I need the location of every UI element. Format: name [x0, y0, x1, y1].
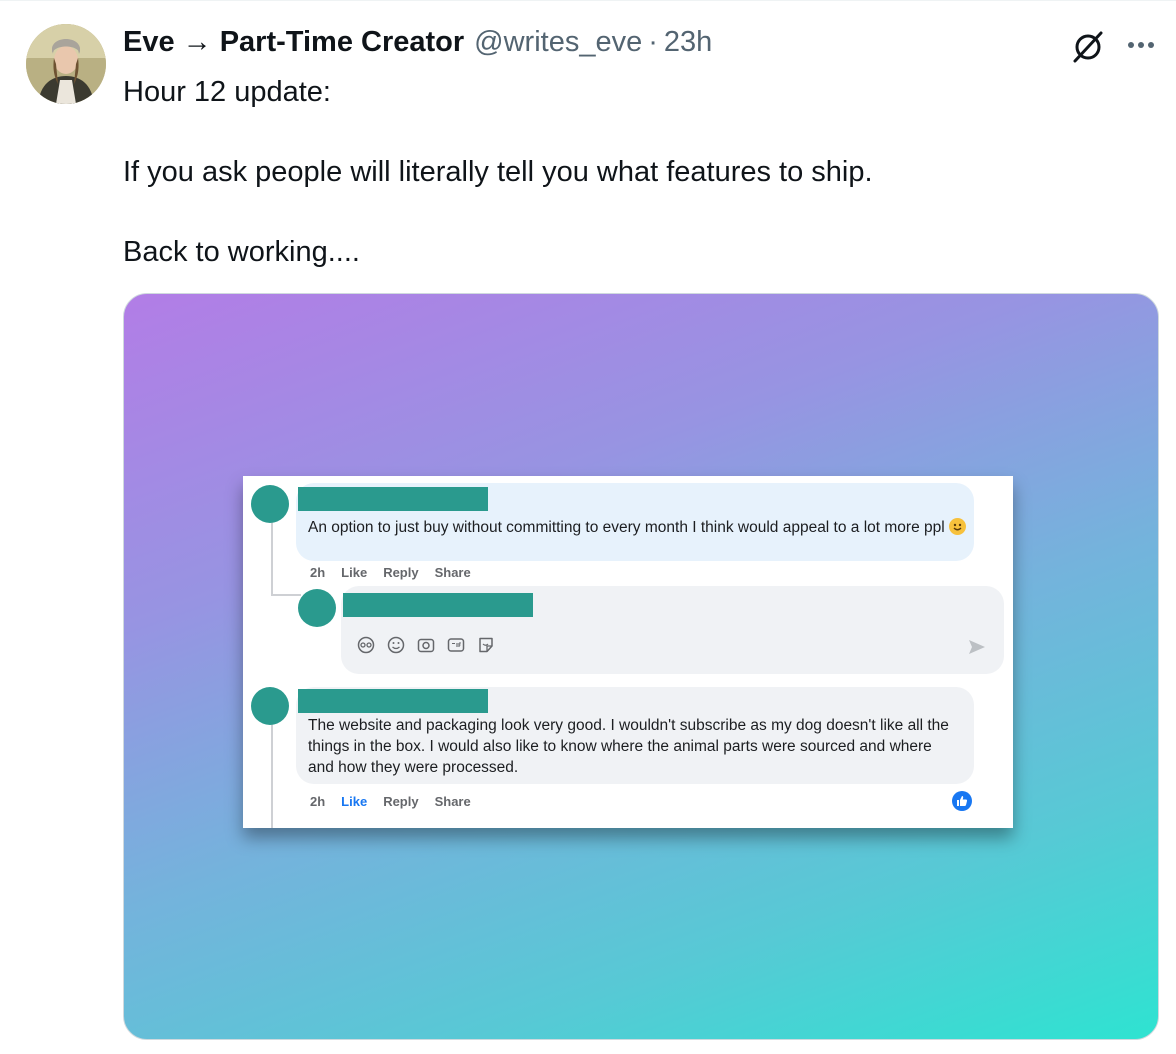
- camera-icon[interactable]: [417, 636, 435, 654]
- like-link[interactable]: Like: [341, 794, 367, 809]
- thread-line: [271, 518, 273, 596]
- reply-link[interactable]: Reply: [383, 565, 418, 580]
- commenter-avatar[interactable]: [251, 687, 289, 725]
- redacted-name: [343, 593, 533, 617]
- gif-icon[interactable]: [447, 636, 465, 654]
- tweet-text: Hour 12 update: If you ask people will l…: [123, 72, 1143, 272]
- smiling-face-emoji: [948, 518, 966, 535]
- author-name[interactable]: Eve → Part-Time Creator: [123, 26, 464, 59]
- commenter-avatar[interactable]: [251, 485, 289, 523]
- like-link[interactable]: Like: [341, 565, 367, 580]
- author-handle[interactable]: @writes_eve: [474, 26, 642, 59]
- comment-bubble: The website and packaging look very good…: [296, 687, 974, 784]
- avatar-photo: [26, 24, 106, 104]
- more-icon[interactable]: [1124, 30, 1158, 60]
- thread-line: [271, 724, 273, 828]
- sticker-icon[interactable]: [477, 636, 495, 654]
- composer-toolbar: [357, 636, 507, 654]
- comment-actions: 2h Like Reply Share: [310, 794, 471, 809]
- comment-actions: 2h Like Reply Share: [310, 565, 471, 580]
- share-link[interactable]: Share: [435, 565, 471, 580]
- redacted-name: [298, 487, 488, 511]
- top-divider: [0, 0, 1176, 1]
- like-reaction-icon[interactable]: [952, 791, 972, 811]
- author-avatar[interactable]: [26, 24, 106, 104]
- facebook-comments-screenshot: An option to just buy without committing…: [243, 476, 1013, 828]
- replier-avatar[interactable]: [298, 589, 336, 627]
- comment-time: 2h: [310, 794, 326, 809]
- tweet-line-3: Back to working....: [123, 236, 360, 268]
- separator-dot: ·: [648, 26, 658, 58]
- comment-time: 2h: [310, 565, 326, 580]
- emoji-icon[interactable]: [387, 636, 405, 654]
- tweet-header: Eve → Part-Time Creator @writes_eve · 23…: [123, 26, 712, 64]
- tweet-media-image[interactable]: An option to just buy without committing…: [123, 293, 1159, 1040]
- comment-text: The website and packaging look very good…: [308, 717, 949, 776]
- tweet-line-2: If you ask people will literally tell yo…: [123, 156, 873, 188]
- reply-link[interactable]: Reply: [383, 794, 418, 809]
- avatar-sticker-icon[interactable]: [357, 636, 375, 654]
- share-link[interactable]: Share: [435, 794, 471, 809]
- send-icon[interactable]: [967, 637, 987, 657]
- redacted-name: [298, 689, 488, 713]
- thread-curve: [271, 594, 301, 596]
- comment-text: An option to just buy without committing…: [308, 517, 968, 538]
- grok-icon[interactable]: [1068, 26, 1108, 66]
- comment-bubble: An option to just buy without committing…: [296, 483, 974, 561]
- tweet-time[interactable]: 23h: [664, 26, 712, 59]
- reply-composer[interactable]: [341, 586, 1004, 674]
- tweet-line-1: Hour 12 update:: [123, 76, 331, 108]
